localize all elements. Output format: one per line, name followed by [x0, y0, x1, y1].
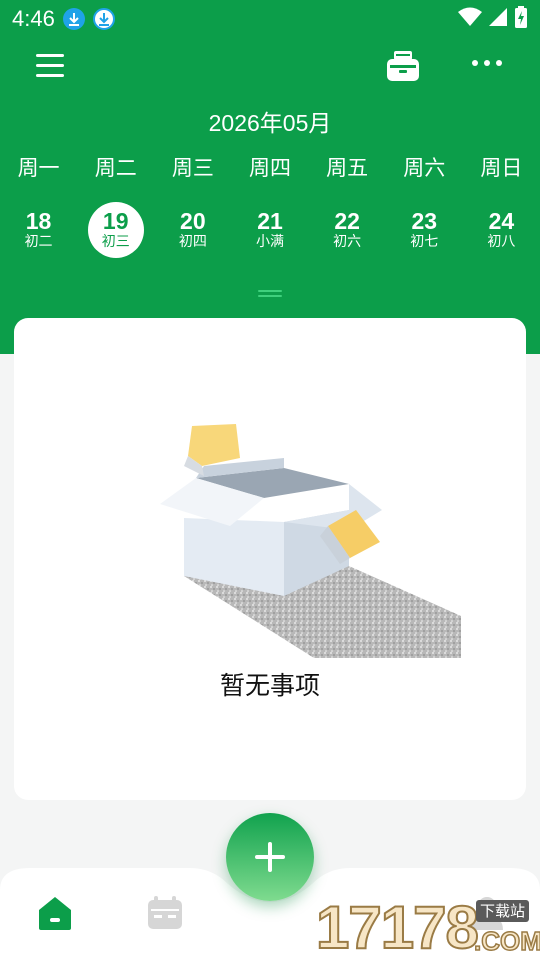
more-icon[interactable]	[472, 60, 508, 72]
download-icon	[92, 8, 115, 30]
site-watermark: 17178 下载站 .COM	[315, 894, 540, 960]
calendar-icon[interactable]	[146, 896, 184, 930]
date-cell[interactable]: 18 初二	[0, 202, 77, 258]
expand-handle[interactable]	[258, 290, 282, 297]
lunar-date: 初三	[101, 234, 130, 250]
date-number: 24	[488, 208, 515, 234]
lunar-date: 小满	[255, 234, 284, 250]
print-icon[interactable]	[386, 50, 420, 82]
watermark-number: 17178	[315, 894, 480, 960]
watermark-domain: .COM	[473, 925, 540, 957]
date-number: 23	[411, 208, 438, 234]
weekday-label: 周一	[17, 156, 60, 180]
date-cell[interactable]: 24 初八	[463, 202, 540, 258]
weekday-label: 周六	[403, 156, 446, 180]
weekday-label: 周三	[171, 156, 214, 180]
weekday-label: 周日	[480, 156, 523, 180]
date-number: 21	[257, 208, 283, 234]
lunar-date: 初六	[333, 234, 362, 250]
month-title[interactable]: 2026年05月	[0, 104, 540, 138]
lunar-date: 初二	[24, 234, 53, 250]
lunar-date: 初八	[487, 234, 516, 250]
date-cell[interactable]: 21 小满	[231, 202, 308, 258]
home-icon[interactable]	[36, 894, 74, 932]
watermark-tag: 下载站	[476, 900, 530, 922]
date-cell-selected[interactable]: 19 初三	[77, 202, 154, 258]
date-cell[interactable]: 20 初四	[154, 202, 231, 258]
weekday-label: 周二	[94, 156, 137, 180]
date-number: 20	[180, 208, 206, 234]
battery-icon	[514, 6, 528, 32]
weekday-label: 周四	[248, 156, 291, 180]
lunar-date: 初七	[410, 234, 439, 250]
date-number: 22	[334, 208, 360, 234]
plus-icon	[255, 842, 285, 872]
status-bar: 4:46	[0, 0, 540, 38]
empty-state-text: 暂无事项	[219, 671, 320, 700]
week-date-row: 18 初二 19 初三 20 初四 21 小满 22 初六 23 初七 24 初八	[0, 202, 540, 258]
weekday-label: 周五	[326, 156, 369, 180]
app-bar	[0, 40, 540, 96]
date-cell[interactable]: 22 初六	[309, 202, 386, 258]
download-icon	[62, 8, 85, 30]
date-number: 19	[102, 208, 129, 234]
wifi-icon	[458, 7, 482, 31]
date-cell[interactable]: 23 初七	[386, 202, 463, 258]
status-time: 4:46	[12, 6, 55, 31]
events-card: 暂无事项	[14, 318, 526, 800]
date-number: 18	[25, 208, 52, 234]
menu-icon[interactable]	[36, 54, 64, 80]
weekday-row: 周一 周二 周三 周四 周五 周六 周日	[0, 152, 540, 182]
add-event-button[interactable]	[226, 813, 314, 901]
empty-box-illustration	[144, 418, 464, 658]
signal-icon	[488, 7, 508, 31]
lunar-date: 初四	[178, 234, 207, 250]
